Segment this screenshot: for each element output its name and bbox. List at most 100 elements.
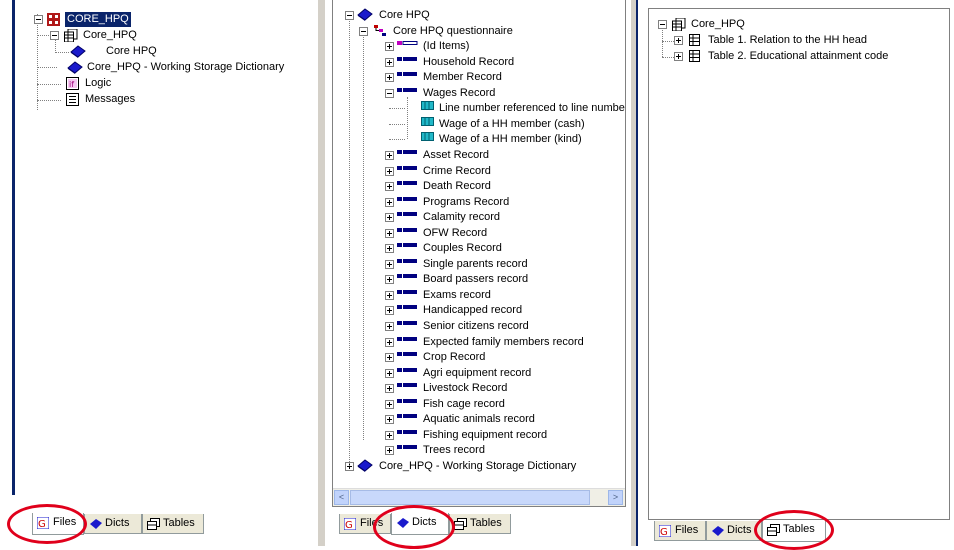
- tree-node-root[interactable]: Core_HPQ: [649, 17, 947, 32]
- tree-node-record[interactable]: Aquatic animals record: [333, 412, 625, 427]
- node-label: Programs Record: [423, 195, 510, 208]
- tab-files[interactable]: G Files: [339, 514, 391, 534]
- node-label: Trees record: [423, 444, 485, 457]
- scroll-right-button[interactable]: >: [608, 490, 623, 505]
- tree-node-record[interactable]: Asset Record: [333, 148, 625, 163]
- tab-dicts[interactable]: Dicts: [391, 513, 449, 535]
- tab-tables[interactable]: Tables: [449, 514, 511, 534]
- tree-node-working-storage[interactable]: Core_HPQ - Working Storage Dictionary: [333, 459, 625, 474]
- expand-toggle[interactable]: [385, 306, 394, 316]
- collapse-toggle[interactable]: [385, 88, 394, 98]
- expand-toggle[interactable]: [385, 446, 394, 456]
- expand-toggle[interactable]: [385, 73, 394, 83]
- tree-node-record[interactable]: Programs Record: [333, 195, 625, 210]
- expand-toggle[interactable]: [385, 213, 394, 223]
- tree-node-record[interactable]: Trees record: [333, 443, 625, 458]
- tree-node-record[interactable]: Single parents record: [333, 257, 625, 272]
- messages-icon: [66, 93, 79, 106]
- node-label: Wage of a HH member (cash): [439, 117, 585, 130]
- tree-node-root[interactable]: CORE_HPQ: [15, 12, 315, 27]
- scroll-thumb[interactable]: [350, 490, 590, 505]
- node-label: Crime Record: [423, 164, 491, 177]
- files-panel: CORE_HPQ Core_HPQ Core HPQ Core_HPQ - Wo…: [0, 0, 319, 546]
- expand-toggle[interactable]: [674, 52, 683, 61]
- tree-node-table[interactable]: Table 2. Educational attainment code: [649, 49, 947, 64]
- tree-node-record[interactable]: Couples Record: [333, 241, 625, 256]
- tree-node-item[interactable]: Wage of a HH member (cash): [333, 116, 625, 132]
- tree-node-record[interactable]: Member Record: [333, 70, 625, 85]
- tab-files[interactable]: G Files: [654, 521, 706, 541]
- expand-toggle[interactable]: [385, 57, 394, 67]
- node-label: Handicapped record: [423, 304, 523, 317]
- expand-toggle[interactable]: [385, 353, 394, 363]
- tree-node-record[interactable]: Crime Record: [333, 164, 625, 179]
- table-icon: [689, 50, 700, 62]
- expand-toggle[interactable]: [385, 275, 394, 285]
- application-icon: [47, 13, 60, 26]
- tree-node-app[interactable]: Core_HPQ: [15, 28, 315, 43]
- tree-node-logic[interactable]: if Logic: [15, 76, 315, 91]
- tree-node-record[interactable]: Handicapped record: [333, 303, 625, 318]
- tree-node-record[interactable]: OFW Record: [333, 226, 625, 241]
- tab-dicts[interactable]: Dicts: [84, 514, 142, 534]
- tree-node-record[interactable]: Fishing equipment record: [333, 428, 625, 443]
- tree-node-record[interactable]: Senior citizens record: [333, 319, 625, 334]
- tree-node-questionnaire[interactable]: Core HPQ questionnaire: [333, 24, 625, 39]
- expand-toggle[interactable]: [385, 197, 394, 207]
- expand-toggle[interactable]: [385, 259, 394, 269]
- expand-toggle[interactable]: [385, 182, 394, 192]
- tree-node-record[interactable]: Crop Record: [333, 350, 625, 365]
- tree-node-item[interactable]: Line number referenced to line number ir: [333, 101, 625, 116]
- tree-node-record[interactable]: Fish cage record: [333, 397, 625, 412]
- panel-edge: [636, 0, 638, 546]
- tree-node-dict[interactable]: Core HPQ: [15, 44, 315, 59]
- expand-toggle[interactable]: [385, 368, 394, 378]
- expand-toggle[interactable]: [385, 290, 394, 300]
- tree-node-record[interactable]: Calamity record: [333, 210, 625, 225]
- table-label: Table 2. Educational attainment code: [708, 50, 889, 62]
- expand-toggle[interactable]: [385, 415, 394, 425]
- node-label: Board passers record: [423, 273, 529, 286]
- expand-toggle[interactable]: [385, 399, 394, 409]
- tree-node-messages[interactable]: Messages: [15, 92, 315, 107]
- expand-toggle[interactable]: [385, 244, 394, 254]
- expand-toggle[interactable]: [385, 166, 394, 176]
- expand-toggle[interactable]: [385, 42, 394, 52]
- tree-node-wages-record[interactable]: Wages Record: [333, 86, 625, 101]
- tree-node-record[interactable]: Death Record: [333, 179, 625, 194]
- tree-node-root[interactable]: Core HPQ: [333, 8, 625, 23]
- expand-toggle[interactable]: [385, 337, 394, 347]
- tree-node-item[interactable]: Wage of a HH member (kind): [333, 132, 625, 147]
- tree-node-record[interactable]: Household Record: [333, 55, 625, 70]
- node-label: Livestock Record: [423, 382, 508, 395]
- dictionary-icon: [67, 61, 83, 74]
- tree-node-record[interactable]: Board passers record: [333, 272, 625, 287]
- panel-separator: [318, 0, 325, 546]
- tab-dicts[interactable]: Dicts: [706, 521, 762, 541]
- tree-node-record[interactable]: Agri equipment record: [333, 366, 625, 381]
- tree-node-record[interactable]: Livestock Record: [333, 381, 625, 396]
- horizontal-scrollbar[interactable]: < >: [333, 488, 625, 506]
- expand-toggle[interactable]: [385, 430, 394, 440]
- tree-node-record[interactable]: Exams record: [333, 288, 625, 303]
- collapse-toggle[interactable]: [50, 31, 59, 40]
- scroll-left-button[interactable]: <: [334, 490, 349, 505]
- expand-toggle[interactable]: [385, 384, 394, 394]
- node-label: Core_HPQ - Working Storage Dictionary: [379, 460, 577, 472]
- tree-node-id-items[interactable]: (Id Items): [333, 39, 625, 54]
- expand-toggle[interactable]: [385, 228, 394, 238]
- collapse-toggle[interactable]: [658, 20, 667, 29]
- tab-files[interactable]: G Files: [32, 513, 84, 535]
- expand-toggle[interactable]: [674, 36, 683, 45]
- tab-tables[interactable]: Tables: [762, 520, 826, 542]
- tree-node-record[interactable]: Expected family members record: [333, 335, 625, 350]
- tab-tables[interactable]: Tables: [142, 514, 204, 534]
- logic-label: Logic: [85, 77, 112, 89]
- svg-text:G: G: [660, 527, 668, 537]
- expand-toggle[interactable]: [385, 322, 394, 331]
- node-label: Core HPQ questionnaire: [393, 24, 513, 37]
- tree-node-table[interactable]: Table 1. Relation to the HH head: [649, 33, 947, 48]
- expand-toggle[interactable]: [385, 151, 394, 160]
- collapse-toggle[interactable]: [34, 15, 43, 24]
- tree-node-working-storage[interactable]: Core_HPQ - Working Storage Dictionary: [15, 60, 315, 75]
